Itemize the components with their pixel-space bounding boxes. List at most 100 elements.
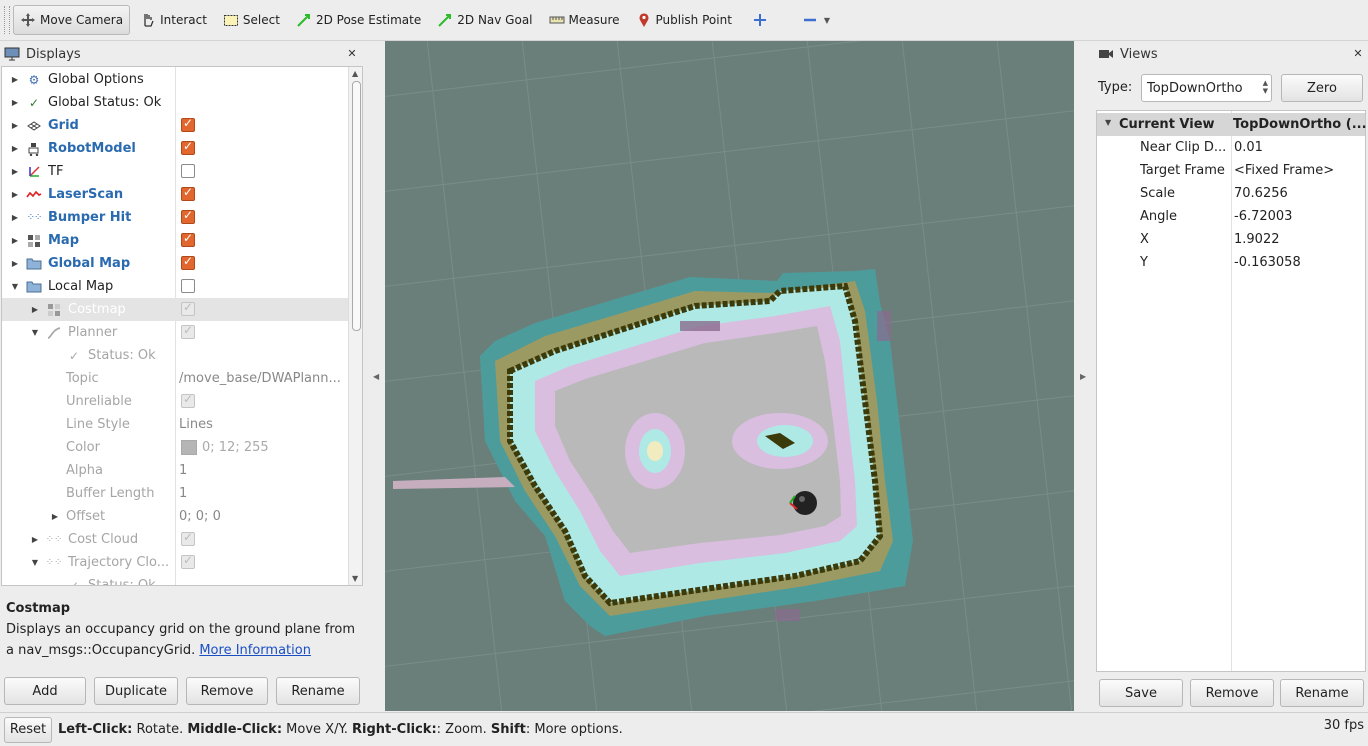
enable-checkbox[interactable] — [181, 553, 195, 569]
remove-view-button[interactable]: Remove — [1190, 679, 1274, 707]
tool-interact[interactable]: Interact — [134, 5, 213, 35]
expand-arrow-icon[interactable]: ▶ — [10, 213, 20, 222]
property-value[interactable]: 0; 12; 255 — [202, 440, 269, 455]
tree-row-tf[interactable]: ▶ TF — [2, 160, 348, 183]
tree-row-trajectory-status[interactable]: ✓ Status: Ok — [2, 574, 348, 585]
tree-row-buffer-length[interactable]: Buffer Length 1 — [2, 482, 348, 505]
enable-checkbox[interactable] — [181, 231, 195, 247]
scroll-down-icon[interactable]: ▼ — [352, 574, 358, 583]
rename-button[interactable]: Rename — [276, 677, 360, 705]
remove-button[interactable]: Remove — [186, 677, 268, 705]
tree-row-global-map[interactable]: ▶ Global Map — [2, 252, 348, 275]
scrollbar-thumb[interactable] — [352, 81, 361, 331]
tree-row-planner-status[interactable]: ✓ Status: Ok — [2, 344, 348, 367]
close-icon[interactable]: ✕ — [1352, 48, 1364, 60]
tree-row-global-options[interactable]: ▶ ⚙ Global Options — [2, 68, 348, 91]
tree-row-alpha[interactable]: Alpha 1 — [2, 459, 348, 482]
tool-2d-pose-estimate[interactable]: 2D Pose Estimate — [290, 5, 427, 35]
toolbar-grip[interactable] — [4, 6, 10, 34]
color-swatch[interactable] — [181, 440, 197, 455]
remove-tool-button[interactable]: ▼ — [796, 5, 836, 35]
prop-scale[interactable]: Scale 70.6256 — [1098, 182, 1364, 205]
expand-arrow-icon[interactable]: ▶ — [10, 121, 20, 130]
property-value[interactable]: 1 — [179, 463, 187, 478]
expand-arrow-icon[interactable]: ▶ — [30, 535, 40, 544]
property-value[interactable]: Lines — [179, 417, 213, 432]
tree-row-offset[interactable]: ▶ Offset 0; 0; 0 — [2, 505, 348, 528]
enable-checkbox[interactable] — [181, 323, 195, 339]
rename-view-button[interactable]: Rename — [1280, 679, 1364, 707]
prop-x[interactable]: X 1.9022 — [1098, 228, 1364, 251]
current-view-header[interactable]: ▼ Current View TopDownOrtho (... — [1097, 113, 1367, 136]
enable-checkbox[interactable] — [181, 164, 195, 178]
expand-arrow-icon[interactable]: ▶ — [10, 167, 20, 176]
tool-2d-nav-goal[interactable]: 2D Nav Goal — [431, 5, 538, 35]
tree-row-color[interactable]: Color 0; 12; 255 — [2, 436, 348, 459]
property-value[interactable]: 1 — [179, 486, 187, 501]
enable-checkbox[interactable] — [181, 139, 195, 155]
tree-row-grid[interactable]: ▶ Grid — [2, 114, 348, 137]
collapse-arrow-icon[interactable]: ▼ — [1105, 118, 1111, 127]
enable-checkbox[interactable] — [181, 116, 195, 132]
tree-row-planner[interactable]: ▼ Planner — [2, 321, 348, 344]
collapse-arrow-icon[interactable]: ▼ — [30, 328, 40, 337]
tree-row-laserscan[interactable]: ▶ LaserScan — [2, 183, 348, 206]
tool-publish-point[interactable]: Publish Point — [630, 5, 738, 35]
prop-target-frame[interactable]: Target Frame <Fixed Frame> — [1098, 159, 1364, 182]
tree-row-bumper-hit[interactable]: ▶ ⁘⁘ Bumper Hit — [2, 206, 348, 229]
tree-row-global-status[interactable]: ▶ ✓ Global Status: Ok — [2, 91, 348, 114]
prop-angle[interactable]: Angle -6.72003 — [1098, 205, 1364, 228]
prop-y[interactable]: Y -0.163058 — [1098, 251, 1364, 274]
tree-row-robotmodel[interactable]: ▶ RobotModel — [2, 137, 348, 160]
enable-checkbox[interactable] — [181, 254, 195, 270]
property-value[interactable]: /move_base/DWAPlann... — [179, 371, 341, 386]
duplicate-button[interactable]: Duplicate — [94, 677, 178, 705]
add-button[interactable]: Add — [4, 677, 86, 705]
property-value[interactable]: 0; 0; 0 — [179, 509, 221, 524]
prop-value[interactable]: 1.9022 — [1234, 232, 1280, 247]
expand-arrow-icon[interactable]: ▶ — [30, 305, 40, 314]
add-tool-button[interactable] — [746, 5, 778, 35]
enable-checkbox[interactable] — [181, 185, 195, 201]
scrollbar[interactable]: ▲ ▼ — [348, 67, 362, 585]
prop-value[interactable]: 0.01 — [1234, 140, 1263, 155]
prop-value[interactable]: <Fixed Frame> — [1234, 163, 1334, 178]
unreliable-checkbox[interactable] — [181, 392, 195, 408]
tree-row-line-style[interactable]: Line Style Lines — [2, 413, 348, 436]
tool-move-camera[interactable]: Move Camera — [13, 5, 131, 35]
prop-value[interactable]: -0.163058 — [1234, 255, 1301, 270]
expand-arrow-icon[interactable]: ▶ — [10, 259, 20, 268]
expand-arrow-icon[interactable]: ▶ — [10, 190, 20, 199]
more-information-link[interactable]: More Information — [199, 643, 311, 658]
close-icon[interactable]: ✕ — [346, 48, 358, 60]
zero-button[interactable]: Zero — [1281, 74, 1363, 102]
tool-measure[interactable]: Measure — [543, 5, 626, 35]
tree-row-costmap[interactable]: ▶ Costmap — [2, 298, 348, 321]
expand-arrow-icon[interactable]: ▶ — [10, 236, 20, 245]
tree-row-map[interactable]: ▶ Map — [2, 229, 348, 252]
expand-arrow-icon[interactable]: ▶ — [10, 75, 20, 84]
collapse-left-panel-icon[interactable]: ◀ — [373, 372, 379, 381]
enable-checkbox[interactable] — [181, 279, 195, 293]
collapse-right-panel-icon[interactable]: ▶ — [1080, 372, 1086, 381]
collapse-arrow-icon[interactable]: ▼ — [10, 282, 20, 291]
prop-value[interactable]: -6.72003 — [1234, 209, 1292, 224]
enable-checkbox[interactable] — [181, 530, 195, 546]
tree-row-topic[interactable]: Topic /move_base/DWAPlann... — [2, 367, 348, 390]
view-type-select[interactable]: TopDownOrtho ▲ ▼ — [1141, 74, 1272, 102]
expand-arrow-icon[interactable]: ▶ — [10, 98, 20, 107]
tree-row-unreliable[interactable]: Unreliable — [2, 390, 348, 413]
save-button[interactable]: Save — [1099, 679, 1183, 707]
enable-checkbox[interactable] — [181, 300, 195, 316]
prop-near-clip[interactable]: Near Clip D... 0.01 — [1098, 136, 1364, 159]
scroll-up-icon[interactable]: ▲ — [352, 69, 358, 78]
reset-button[interactable]: Reset — [4, 716, 52, 743]
prop-value[interactable]: 70.6256 — [1234, 186, 1288, 201]
expand-arrow-icon[interactable]: ▶ — [50, 512, 60, 521]
3d-viewport[interactable] — [385, 41, 1074, 711]
tree-row-cost-cloud[interactable]: ▶ ⁘⁘ Cost Cloud — [2, 528, 348, 551]
tree-row-trajectory-cloud[interactable]: ▼ ⁘⁘ Trajectory Clo... — [2, 551, 348, 574]
tool-select[interactable]: Select — [217, 5, 286, 35]
expand-arrow-icon[interactable]: ▶ — [10, 144, 20, 153]
collapse-arrow-icon[interactable]: ▼ — [30, 558, 40, 567]
